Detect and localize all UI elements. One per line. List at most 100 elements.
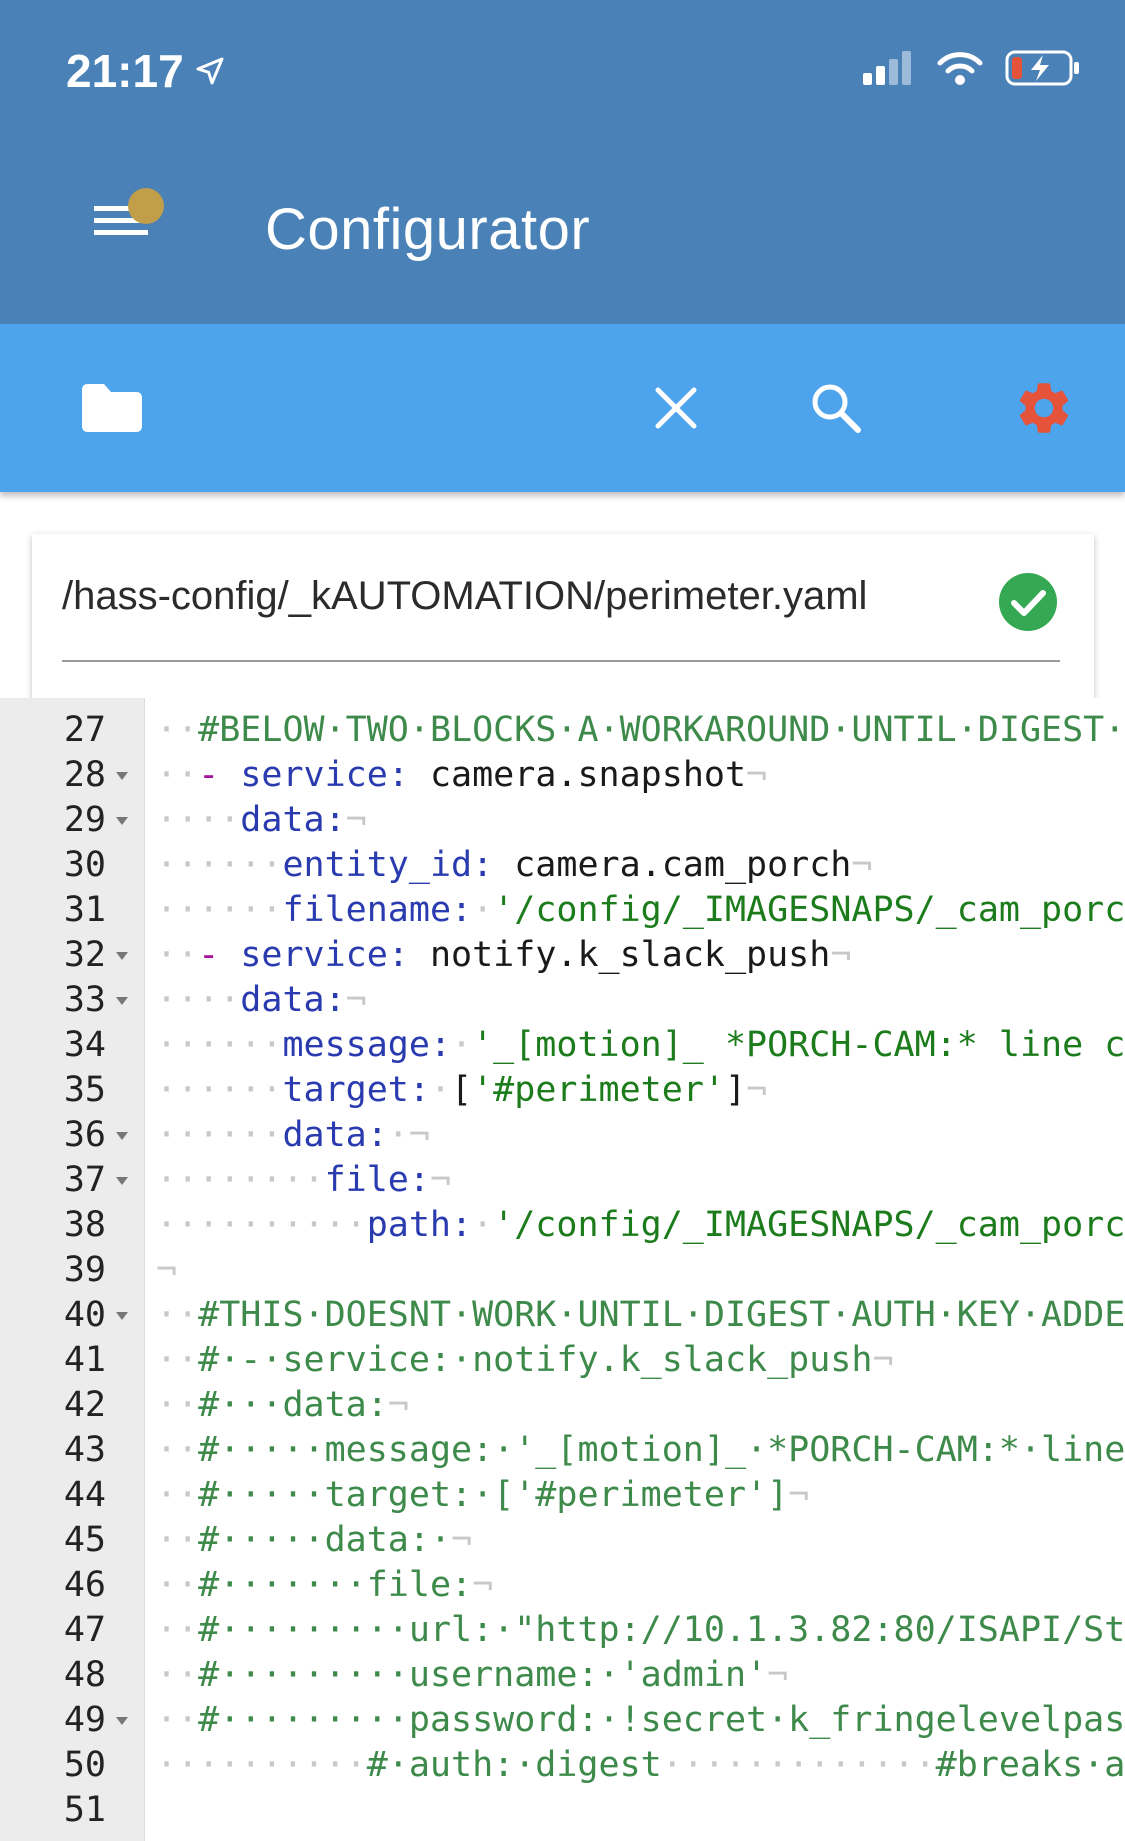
code-token: ······ [156,1115,283,1155]
line-number: 44 [63,1475,106,1515]
code-line[interactable]: 33 ····data:¬ [0,978,1125,1023]
settings-button[interactable] [1008,372,1080,444]
code-token: ·· [156,710,199,750]
code-line[interactable]: 48 ··#·········username:·'admin'¬ [0,1653,1125,1698]
code-line[interactable]: 36 ······data:·¬ [0,1113,1125,1158]
fold-toggle-icon[interactable] [116,1717,128,1725]
code-line[interactable]: 30 ······entity_id: camera.cam_porch¬ [0,843,1125,888]
fold-toggle-icon[interactable] [116,772,128,780]
status-time-text: 21:17 [66,45,184,97]
code-line[interactable]: 42 ··#···data:¬ [0,1383,1125,1428]
code-token: ¬ [451,1520,473,1560]
code-line[interactable]: 28 ··- service: camera.snapshot¬ [0,753,1125,798]
fold-toggle-icon[interactable] [116,1177,128,1185]
code-line[interactable]: 37 ········file:¬ [0,1158,1125,1203]
code-token: ¬ [872,1340,894,1380]
code-token: ¬ [345,980,367,1020]
cellular-signal-icon [863,51,911,85]
code-line[interactable]: 27 ··#BELOW·TWO·BLOCKS·A·WORKAROUND·UNTIL… [0,708,1125,753]
code-token: '/config/_IMAGESNAPS/_cam_porc [493,1205,1125,1245]
code-line[interactable]: 31 ······filename:·'/config/_IMAGESNAPS/_… [0,888,1125,933]
code-line[interactable]: 41 ··#·-·service:·notify.k_slack_push¬ [0,1338,1125,1383]
line-number: 27 [63,710,106,750]
fold-toggle-icon[interactable] [116,1312,128,1320]
code-line[interactable]: 32 ··- service: notify.k_slack_push¬ [0,933,1125,978]
code-line[interactable]: 34 ······message:·'_[motion]_ *PORCH-CAM:… [0,1023,1125,1068]
code-token: ¬ [345,800,367,840]
code-line[interactable]: 39 ¬ [0,1248,1125,1293]
code-token: #·auth:·digest [366,1745,662,1785]
code-token: '#perimeter' [472,1070,725,1110]
code-token: ·········· [156,1205,367,1245]
code-token: ·· [156,1520,199,1560]
code-line[interactable]: 35 ······target:·['#perimeter']¬ [0,1068,1125,1113]
fold-toggle-icon[interactable] [116,952,128,960]
code-token: notify.k_slack_push [408,935,831,975]
fold-toggle-icon[interactable] [116,997,128,1005]
status-icons [863,50,1081,86]
code-line[interactable]: 47 ··#·········url:·"http://10.1.3.82:80/… [0,1608,1125,1653]
code-token: ¬ [746,755,768,795]
code-text: ··#·····data:·¬ [156,1518,472,1563]
notification-dot [128,188,164,224]
browse-files-button[interactable] [76,372,148,444]
code-token: - [198,755,220,795]
line-number: 39 [63,1250,106,1290]
code-line[interactable]: 40 ··#THIS·DOESNT·WORK·UNTIL·DIGEST·AUTH·… [0,1293,1125,1338]
code-line[interactable]: 44 ··#·····target:·['#perimeter']¬ [0,1473,1125,1518]
code-text: ········file:¬ [156,1158,451,1203]
code-token: data: [240,800,346,840]
line-number: 32 [63,935,106,975]
code-token: ·· [156,935,199,975]
code-token: #·····message:·'_[motion]_·*PORCH-CAM:*·… [198,1430,1125,1470]
code-token: ·· [156,1475,199,1515]
code-text: ······filename:·'/config/_IMAGESNAPS/_ca… [156,888,1125,933]
code-lines: 27 ··#BELOW·TWO·BLOCKS·A·WORKAROUND·UNTIL… [0,708,1125,1833]
code-line[interactable]: 51 [0,1788,1125,1833]
code-token: message: [282,1025,452,1065]
file-path-label[interactable]: /hass-config/_kAUTOMATION/perimeter.yaml [62,574,867,619]
code-line[interactable]: 45 ··#·····data:·¬ [0,1518,1125,1563]
code-token: ¬ [472,1565,494,1605]
code-editor[interactable]: 27 ··#BELOW·TWO·BLOCKS·A·WORKAROUND·UNTIL… [0,698,1125,1841]
battery-charging-icon [1005,50,1079,86]
code-token: ·· [156,755,199,795]
line-number: 43 [63,1430,106,1470]
code-token: camera.cam_porch [493,845,852,885]
code-line[interactable]: 50 ··········#·auth:·digest·············#… [0,1743,1125,1788]
code-line[interactable]: 29 ····data:¬ [0,798,1125,843]
code-text: ··#·········url:·"http://10.1.3.82:80/IS… [156,1608,1125,1653]
code-token: ¬ [767,1655,789,1695]
gear-icon [1019,383,1069,433]
code-token: path: [366,1205,473,1245]
code-token: ·· [156,1565,199,1605]
code-token: ······ [156,1070,283,1110]
code-token: ······ [156,890,283,930]
code-token: ¬ [746,1070,768,1110]
status-bar-time: 21:17 [66,44,226,98]
fold-toggle-icon[interactable] [116,817,128,825]
file-path-card: /hass-config/_kAUTOMATION/perimeter.yaml [32,534,1094,714]
code-token: [ [451,1070,473,1110]
code-token: · [429,1070,452,1110]
code-text: ··#·········password:·!secret·k_fringele… [156,1698,1125,1743]
code-text: ··#·····message:·'_[motion]_·*PORCH-CAM:… [156,1428,1125,1473]
code-line[interactable]: 43 ··#·····message:·'_[motion]_·*PORCH-CA… [0,1428,1125,1473]
line-number: 35 [63,1070,106,1110]
code-token: · [472,890,494,930]
code-token: ······ [156,845,283,885]
code-line[interactable]: 46 ··#·······file:¬ [0,1563,1125,1608]
close-file-button[interactable] [640,372,712,444]
line-number: 36 [63,1115,106,1155]
code-line[interactable]: 49 ··#·········password:·!secret·k_fringe… [0,1698,1125,1743]
code-token: ·¬ [387,1115,430,1155]
code-line[interactable]: 38 ··········path:·'/config/_IMAGESNAPS/_… [0,1203,1125,1248]
line-number: 42 [63,1385,106,1425]
code-token: #·······file: [198,1565,473,1605]
fold-toggle-icon[interactable] [116,1132,128,1140]
code-text: ··#·····target:·['#perimeter']¬ [156,1473,809,1518]
code-text: ······target:·['#perimeter']¬ [156,1068,767,1113]
code-text: ······data:·¬ [156,1113,430,1158]
code-token: camera.snapshot [408,755,747,795]
search-button[interactable] [800,372,872,444]
